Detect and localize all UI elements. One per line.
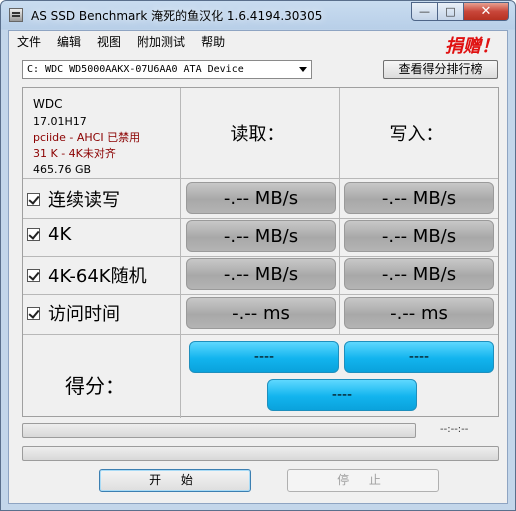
test-row-4k-64k[interactable]: 4K-64K随机 [27, 262, 147, 288]
maximize-button[interactable]: □ [438, 2, 464, 21]
drive-model: WDC [33, 97, 63, 111]
4k-64k-read-result: -.-- MB/s [186, 258, 336, 290]
menu-extra-tests[interactable]: 附加测试 [129, 31, 193, 53]
progress-bar [22, 423, 416, 438]
menu-bar: 文件 编辑 视图 附加测试 帮助 捐赠！ [9, 31, 507, 57]
drive-size: 465.76 GB [33, 163, 92, 176]
minimize-button[interactable]: — [411, 2, 438, 21]
donate-link[interactable]: 捐赠！ [445, 32, 499, 58]
test-row-4k[interactable]: 4K [27, 224, 71, 245]
drive-info: WDC 17.01H17 pciide - AHCI 已禁用 31 K - 4K… [33, 94, 140, 178]
drive-dropdown[interactable]: C: WDC WD5000AAKX-07U6AA0 ATA Device [22, 60, 312, 79]
access-time-read-result: -.-- ms [186, 297, 336, 329]
4k-label: 4K [48, 224, 72, 245]
grid-divider [23, 334, 498, 335]
sequential-write-result: -.-- MB/s [344, 182, 494, 214]
4k-checkbox[interactable] [27, 228, 40, 241]
app-window: AS SSD Benchmark 淹死的鱼汉化 1.6.4194.30305 —… [0, 0, 516, 511]
read-score: ---- [189, 341, 339, 373]
access-time-write-result: -.-- ms [344, 297, 494, 329]
caption-buttons: — □ ✕ [411, 2, 509, 21]
grid-divider [23, 178, 498, 179]
sequential-checkbox[interactable] [27, 192, 40, 206]
sequential-label: 连续读写 [48, 190, 120, 211]
stop-button[interactable]: 停 止 [287, 469, 439, 492]
4k-read-result: -.-- MB/s [186, 220, 336, 252]
4k-64k-label: 4K-64K随机 [48, 266, 147, 287]
sequential-read-result: -.-- MB/s [186, 182, 336, 214]
grid-divider [23, 294, 498, 295]
minimize-icon: — [419, 5, 430, 18]
window-title: AS SSD Benchmark 淹死的鱼汉化 1.6.4194.30305 [31, 9, 323, 23]
menu-file[interactable]: 文件 [9, 31, 49, 53]
write-column-header: 写入： [389, 124, 444, 145]
total-progress-bar [22, 446, 499, 461]
write-score: ---- [344, 341, 494, 373]
menu-help[interactable]: 帮助 [193, 31, 233, 53]
menu-view[interactable]: 视图 [89, 31, 129, 53]
test-row-sequential[interactable]: 连续读写 [27, 186, 120, 212]
read-column-header: 读取： [230, 124, 285, 145]
drive-dropdown-value: C: WDC WD5000AAKX-07U6AA0 ATA Device [27, 64, 244, 75]
client-area: 文件 编辑 视图 附加测试 帮助 捐赠！ C: WDC WD5000AAKX-0… [8, 30, 508, 504]
4k-write-result: -.-- MB/s [344, 220, 494, 252]
close-icon: ✕ [480, 4, 492, 19]
access-time-checkbox[interactable] [27, 306, 40, 320]
app-icon [9, 8, 23, 22]
start-button[interactable]: 开 始 [99, 469, 251, 492]
grid-divider [23, 218, 498, 219]
view-ranking-button[interactable]: 查看得分排行榜 [383, 60, 498, 79]
total-score: ---- [267, 379, 417, 411]
score-label: 得分： [65, 374, 125, 398]
menu-edit[interactable]: 编辑 [49, 31, 89, 53]
grid-divider [23, 256, 498, 257]
drive-alignment-status: 31 K - 4K未对齐 [33, 147, 116, 160]
test-row-access-time[interactable]: 访问时间 [27, 300, 120, 326]
drive-firmware: 17.01H17 [33, 115, 87, 128]
elapsed-time: --:--:-- [440, 424, 469, 435]
drive-driver-status: pciide - AHCI 已禁用 [33, 131, 141, 144]
close-button[interactable]: ✕ [464, 2, 509, 21]
maximize-icon: □ [445, 5, 456, 18]
results-grid: WDC 17.01H17 pciide - AHCI 已禁用 31 K - 4K… [22, 87, 499, 418]
chevron-down-icon [299, 67, 307, 72]
4k-64k-checkbox[interactable] [27, 268, 40, 282]
4k-64k-write-result: -.-- MB/s [344, 258, 494, 290]
title-bar[interactable]: AS SSD Benchmark 淹死的鱼汉化 1.6.4194.30305 —… [1, 1, 515, 29]
access-time-label: 访问时间 [48, 304, 120, 325]
